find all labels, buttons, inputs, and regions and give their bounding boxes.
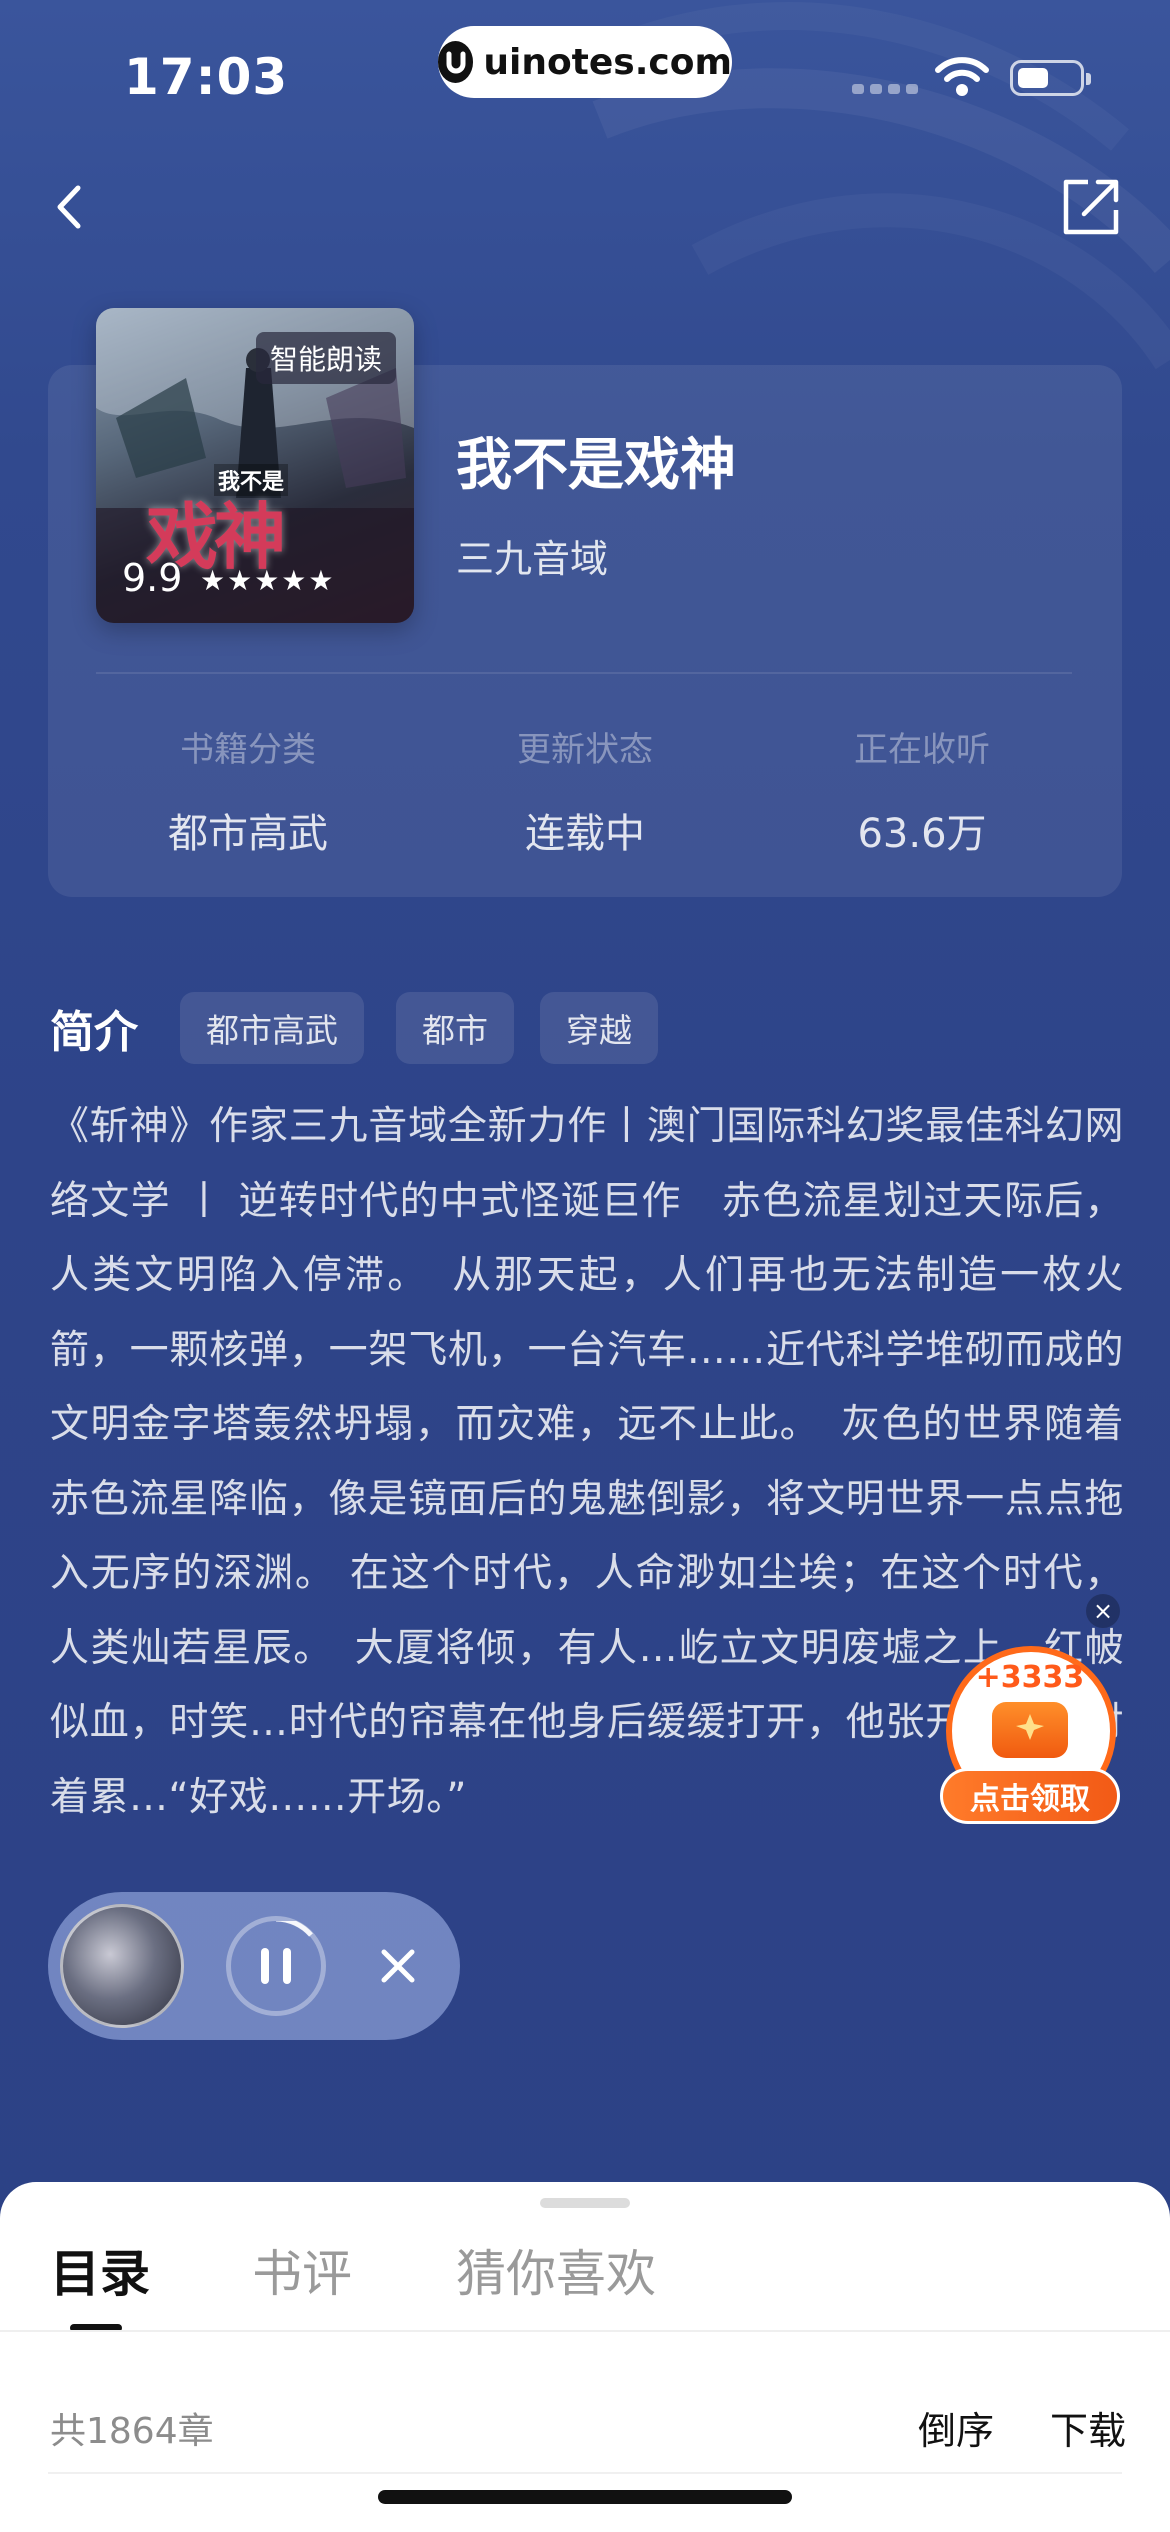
- book-author[interactable]: 三九音域: [456, 528, 608, 583]
- stat-value: 63.6万: [857, 811, 987, 857]
- stat-update-status: 更新状态 连载中: [435, 722, 735, 859]
- chapter-count: 共1864章: [50, 2411, 214, 2452]
- site-logo-icon: [438, 41, 474, 83]
- battery-icon: [1010, 60, 1091, 96]
- book-title: 我不是戏神: [456, 433, 736, 498]
- stat-category: 书籍分类 都市高武: [98, 722, 398, 859]
- close-icon[interactable]: [372, 1940, 424, 1992]
- back-button[interactable]: [40, 172, 110, 242]
- stat-label: 正在收听: [854, 730, 990, 770]
- bottom-sheet: 目录 书评 猜你喜欢 共1864章 倒序 下载: [0, 2182, 1170, 2532]
- reward-claim-button[interactable]: 点击领取: [940, 1768, 1120, 1824]
- status-bar: 17:03 uinotes.com: [0, 0, 1170, 140]
- coin-box-icon: [992, 1702, 1068, 1758]
- tab-recommendations[interactable]: 猜你喜欢: [456, 2234, 656, 2306]
- cover-badge: 智能朗读: [255, 332, 396, 384]
- share-button[interactable]: [1058, 174, 1124, 240]
- rating-score: 9.9: [122, 556, 183, 600]
- stat-label: 书籍分类: [180, 730, 316, 770]
- book-cover[interactable]: 智能朗读 我不是 戏神 9.9 ★★★★★: [96, 308, 414, 623]
- mini-player[interactable]: [48, 1892, 460, 2040]
- stat-listeners: 正在收听 63.6万: [772, 722, 1072, 859]
- tab-catalog[interactable]: 目录: [50, 2234, 150, 2306]
- tag-item[interactable]: 都市: [396, 992, 514, 1064]
- rating-stars: ★★★★★: [200, 564, 336, 597]
- stat-label: 更新状态: [517, 730, 653, 770]
- tag-item[interactable]: 都市高武: [180, 992, 364, 1064]
- reward-amount: +3333: [975, 1660, 1085, 1695]
- intro-heading: 简介: [50, 1007, 138, 1058]
- pause-icon: [261, 1916, 313, 1984]
- home-indicator[interactable]: [378, 2490, 792, 2504]
- stat-value: 连载中: [525, 811, 645, 857]
- reward-close-button[interactable]: ×: [1086, 1594, 1120, 1628]
- stat-value: 都市高武: [168, 811, 328, 857]
- url-text: uinotes.com: [483, 41, 732, 83]
- download-button[interactable]: 下载: [1050, 2400, 1126, 2455]
- status-time: 17:03: [124, 48, 289, 106]
- sheet-handle[interactable]: [540, 2198, 630, 2208]
- tab-reviews[interactable]: 书评: [252, 2234, 352, 2306]
- wifi-icon: [935, 57, 989, 96]
- signal-icon: [852, 84, 918, 94]
- card-divider: [96, 672, 1072, 674]
- reverse-order-button[interactable]: 倒序: [918, 2400, 994, 2455]
- mini-player-cover[interactable]: [60, 1904, 184, 2028]
- sheet-divider: [48, 2472, 1122, 2474]
- tag-item[interactable]: 穿越: [540, 992, 658, 1064]
- sheet-divider: [0, 2330, 1170, 2332]
- url-pill[interactable]: uinotes.com: [438, 26, 732, 98]
- reward-widget[interactable]: +3333 点击领取: [940, 1640, 1120, 1840]
- pause-button[interactable]: [226, 1916, 326, 2016]
